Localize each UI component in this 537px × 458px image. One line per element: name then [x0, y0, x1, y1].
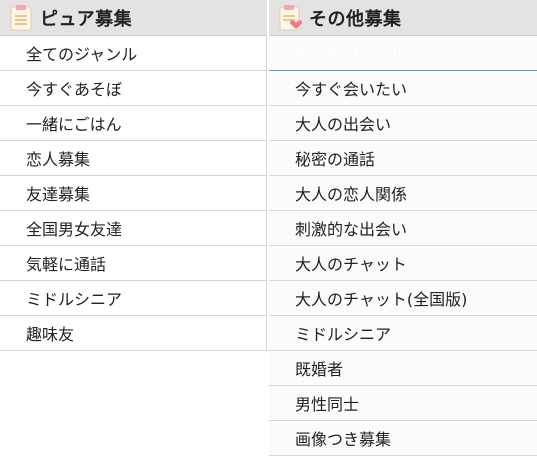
other-recruit-panel: その他募集 全てのジャンル 今すぐ会いたい 大人の出会い 秘密の通話 大人の恋人関係 刺激…	[269, 0, 537, 456]
pure-genre-item[interactable]: 友達募集	[0, 176, 266, 211]
notepad-icon	[10, 4, 32, 31]
pure-recruit-title: ピュア募集	[40, 8, 133, 30]
other-recruit-title: その他募集	[309, 8, 402, 30]
pure-genre-item[interactable]: ミドルシニア	[0, 281, 266, 316]
other-genre-item[interactable]: 今すぐ会いたい	[269, 71, 537, 106]
notepad-heart-icon	[279, 4, 302, 31]
pure-genre-item[interactable]: 全国男女友達	[0, 211, 266, 246]
pure-genre-item[interactable]: 全てのジャンル	[0, 36, 266, 71]
other-recruit-header: その他募集	[269, 0, 537, 36]
other-recruit-list: 全てのジャンル 今すぐ会いたい 大人の出会い 秘密の通話 大人の恋人関係 刺激的な出会い大…	[269, 36, 537, 456]
pure-recruit-header: ピュア募集	[0, 0, 267, 36]
other-genre-item[interactable]: 秘密の通話	[269, 141, 537, 176]
other-genre-item[interactable]: 大人のチャット	[269, 246, 537, 281]
pure-genre-item[interactable]: 一緒にごはん	[0, 106, 266, 141]
pure-genre-item[interactable]: 今すぐあそぼ	[0, 71, 266, 106]
pure-recruit-list: 全てのジャンル 今すぐあそぼ 一緒にごはん 恋人募集 友達募集 全国男女友達 気軽に通話 ミド…	[0, 36, 267, 351]
other-genre-item[interactable]: 大人の恋人関係	[269, 176, 537, 211]
genre-menu: ピュア募集 全てのジャンル 今すぐあそぼ 一緒にごはん 恋人募集 友達募集 全国男女友達気…	[0, 0, 537, 458]
pure-genre-item[interactable]: 恋人募集	[0, 141, 266, 176]
other-genre-item[interactable]: 全てのジャンル	[269, 36, 537, 71]
other-genre-item[interactable]: 男性同士	[269, 386, 537, 421]
other-genre-item[interactable]: 大人のチャット(全国版)	[269, 281, 537, 316]
pure-genre-item[interactable]: 気軽に通話	[0, 246, 266, 281]
pure-recruit-panel: ピュア募集 全てのジャンル 今すぐあそぼ 一緒にごはん 恋人募集 友達募集 全国男女友達気…	[0, 0, 267, 351]
pure-genre-item[interactable]: 趣味友	[0, 316, 266, 351]
other-genre-item[interactable]: 画像つき募集	[269, 421, 537, 456]
other-genre-item[interactable]: ミドルシニア	[269, 316, 537, 351]
other-genre-item[interactable]: 大人の出会い	[269, 106, 537, 141]
other-genre-item[interactable]: 刺激的な出会い	[269, 211, 537, 246]
other-genre-item[interactable]: 既婚者	[269, 351, 537, 386]
